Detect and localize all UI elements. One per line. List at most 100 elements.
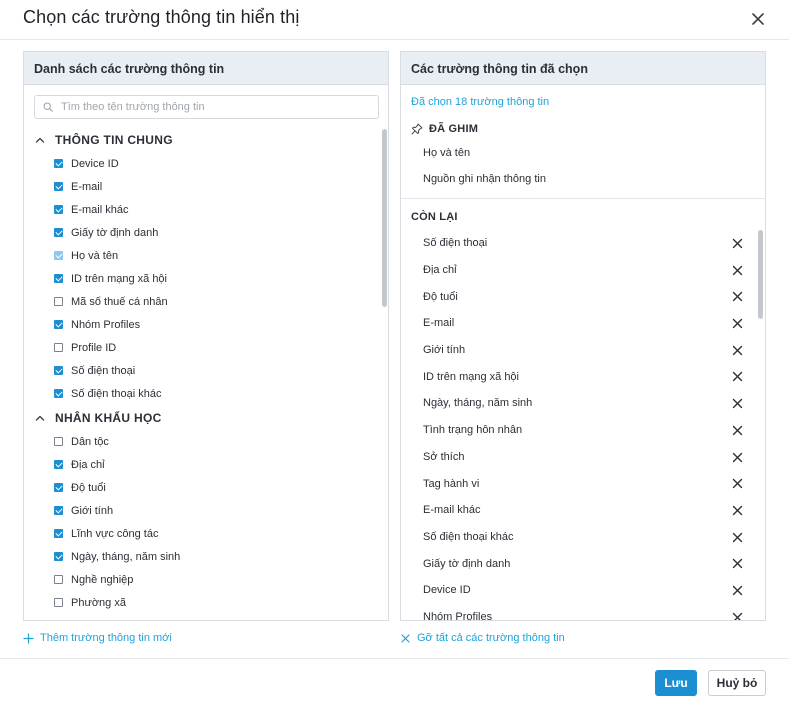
field-option[interactable]: Giấy tờ định danh: [24, 221, 380, 244]
remove-field-icon[interactable]: [732, 585, 743, 596]
pinned-item: Họ và tên: [423, 147, 471, 159]
add-field-link[interactable]: Thêm trường thông tin mới: [23, 632, 172, 644]
field-option[interactable]: Dân tộc: [24, 430, 380, 453]
field-checkbox[interactable]: [54, 437, 63, 446]
chevron-up-icon[interactable]: [34, 412, 46, 424]
field-checkbox[interactable]: [54, 366, 63, 375]
field-option[interactable]: ID trên mạng xã hội: [24, 267, 380, 290]
field-checkbox[interactable]: [54, 182, 63, 191]
remove-field-icon[interactable]: [732, 452, 743, 463]
field-option[interactable]: Số điện thoại khác: [24, 382, 380, 405]
search-box[interactable]: [34, 95, 379, 119]
field-label: Số điện thoại khác: [71, 387, 162, 400]
remove-field-icon[interactable]: [732, 345, 743, 356]
remove-field-icon[interactable]: [732, 558, 743, 569]
chevron-up-icon[interactable]: [34, 134, 46, 146]
field-option[interactable]: E-mail khác: [24, 198, 380, 221]
selected-field-row[interactable]: E-mail khác: [401, 497, 757, 524]
field-option[interactable]: Nghề nghiệp: [24, 568, 380, 591]
field-checkbox[interactable]: [54, 343, 63, 352]
field-option[interactable]: Mã số thuế cá nhân: [24, 290, 380, 313]
selected-field-row[interactable]: Giới tính: [401, 337, 757, 364]
group-header[interactable]: THÔNG TIN CHUNG: [24, 127, 380, 152]
selected-field-row[interactable]: Tình trạng hôn nhân: [401, 417, 757, 444]
remove-field-icon[interactable]: [732, 398, 743, 409]
field-checkbox[interactable]: [54, 529, 63, 538]
remove-field-icon[interactable]: [732, 425, 743, 436]
field-label: Mã số thuế cá nhân: [71, 295, 168, 308]
remove-field-icon[interactable]: [732, 318, 743, 329]
field-checkbox[interactable]: [54, 228, 63, 237]
clear-all-label: Gỡ tất cả các trường thông tin: [417, 632, 565, 644]
selected-field-label: Độ tuổi: [423, 290, 458, 303]
right-scrollbar[interactable]: [758, 230, 763, 319]
remaining-title: CÒN LẠI: [411, 211, 458, 223]
field-option[interactable]: E-mail: [24, 175, 380, 198]
selected-field-row[interactable]: E-mail: [401, 310, 757, 337]
selected-fields-panel: Các trường thông tin đã chọn Đã chọn 18 …: [400, 51, 766, 621]
field-checkbox[interactable]: [54, 598, 63, 607]
field-option[interactable]: Số điện thoại: [24, 359, 380, 382]
remove-field-icon[interactable]: [732, 238, 743, 249]
selected-field-label: Địa chỉ: [423, 264, 457, 277]
remove-field-icon[interactable]: [732, 291, 743, 302]
field-option[interactable]: Lĩnh vực công tác: [24, 522, 380, 545]
field-option[interactable]: Độ tuổi: [24, 476, 380, 499]
close-button[interactable]: [747, 8, 769, 30]
field-checkbox[interactable]: [54, 483, 63, 492]
field-checkbox[interactable]: [54, 297, 63, 306]
selected-field-row[interactable]: Nhóm Profiles: [401, 604, 757, 621]
field-checkbox[interactable]: [54, 552, 63, 561]
add-field-label: Thêm trường thông tin mới: [40, 632, 172, 644]
group-header[interactable]: NHÂN KHẨU HỌC: [24, 405, 380, 430]
selected-field-row[interactable]: Địa chỉ: [401, 257, 757, 284]
pin-icon: [411, 123, 423, 135]
field-option[interactable]: Ngày, tháng, năm sinh: [24, 545, 380, 568]
field-option[interactable]: Profile ID: [24, 336, 380, 359]
left-scrollbar[interactable]: [382, 129, 387, 307]
field-option[interactable]: Nhóm Profiles: [24, 313, 380, 336]
selected-field-label: Nhóm Profiles: [423, 610, 493, 621]
field-checkbox[interactable]: [54, 575, 63, 584]
field-checkbox[interactable]: [54, 274, 63, 283]
remove-field-icon[interactable]: [732, 505, 743, 516]
field-option[interactable]: Họ và tên: [24, 244, 380, 267]
field-checkbox[interactable]: [54, 205, 63, 214]
field-option[interactable]: Giới tính: [24, 499, 380, 522]
selected-field-row[interactable]: Giấy tờ định danh: [401, 550, 757, 577]
field-checkbox[interactable]: [54, 320, 63, 329]
field-label: E-mail: [71, 180, 103, 193]
remove-field-icon[interactable]: [732, 612, 743, 621]
dialog-header: Chọn các trường thông tin hiển thị: [0, 0, 789, 40]
field-checkbox[interactable]: [54, 460, 63, 469]
selected-field-row[interactable]: Tag hành vi: [401, 470, 757, 497]
remove-field-icon[interactable]: [732, 371, 743, 382]
remove-field-icon[interactable]: [732, 478, 743, 489]
selected-count: Đã chọn 18 trường thông tin: [411, 96, 550, 108]
field-label: Giới tính: [71, 504, 114, 517]
selected-field-row[interactable]: Device ID: [401, 577, 757, 604]
field-checkbox[interactable]: [54, 159, 63, 168]
selected-field-row[interactable]: Ngày, tháng, năm sinh: [401, 390, 757, 417]
field-option[interactable]: Device ID: [24, 152, 380, 175]
field-label: Lĩnh vực công tác: [71, 527, 159, 540]
clear-all-link[interactable]: Gỡ tất cả các trường thông tin: [400, 632, 565, 644]
selected-field-row[interactable]: ID trên mạng xã hội: [401, 363, 757, 390]
selected-field-row[interactable]: Sở thích: [401, 444, 757, 471]
search-input[interactable]: [61, 99, 371, 115]
remove-field-icon[interactable]: [732, 532, 743, 543]
pinned-section-header: ĐÃ GHIM: [411, 123, 478, 135]
close-icon[interactable]: [747, 8, 769, 30]
field-checkbox[interactable]: [54, 506, 63, 515]
selected-field-label: Device ID: [423, 584, 471, 597]
pinned-item: Nguồn ghi nhận thông tin: [423, 173, 546, 185]
cancel-button[interactable]: Huỷ bỏ: [708, 670, 766, 696]
field-option[interactable]: Địa chỉ: [24, 453, 380, 476]
field-checkbox[interactable]: [54, 389, 63, 398]
remove-field-icon[interactable]: [732, 265, 743, 276]
selected-field-row[interactable]: Số điện thoại: [401, 230, 757, 257]
selected-field-row[interactable]: Độ tuổi: [401, 283, 757, 310]
selected-field-row[interactable]: Số điện thoại khác: [401, 524, 757, 551]
field-option[interactable]: Phường xã: [24, 591, 380, 614]
save-button[interactable]: Lưu: [655, 670, 697, 696]
